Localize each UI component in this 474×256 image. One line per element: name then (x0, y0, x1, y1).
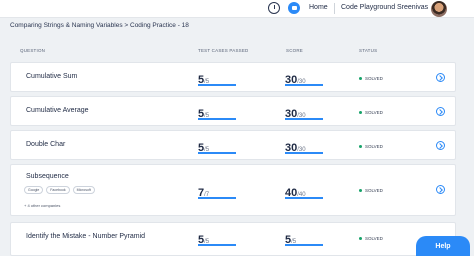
test-cases-progress-bar (198, 118, 236, 120)
test-cases-progress-bar (198, 84, 236, 86)
status-badge: SOLVED (359, 236, 383, 241)
arrow-right-circle-icon[interactable] (436, 73, 445, 82)
avatar[interactable] (431, 1, 447, 17)
chat-icon[interactable] (288, 2, 300, 14)
table-row[interactable]: Cumulative Sum 5/5 30/30 SOLVED (10, 62, 456, 92)
score-progress-bar (285, 197, 323, 199)
column-header-status: STATUS (359, 48, 378, 53)
arrow-right-circle-icon[interactable] (436, 107, 445, 116)
company-tags: Google Facebook Microsoft (24, 186, 95, 194)
question-title[interactable]: Subsequence (26, 173, 69, 180)
status-badge: SOLVED (359, 188, 383, 193)
breadcrumb[interactable]: Comparing Strings & Naming Variables > C… (10, 22, 189, 29)
score-progress-bar (285, 152, 323, 154)
help-button[interactable]: Help (416, 236, 470, 256)
nav-code-playground-link[interactable]: Code Playground (341, 4, 395, 11)
status-badge: SOLVED (359, 144, 383, 149)
table-row[interactable]: Cumulative Average 5/5 30/30 SOLVED (10, 96, 456, 126)
column-header-score: SCORE (286, 48, 304, 53)
test-cases-progress-bar (198, 244, 236, 246)
score-progress-bar (285, 244, 323, 246)
column-header-test-cases: TEST CASES PASSED (198, 48, 249, 53)
score-progress-bar (285, 118, 323, 120)
test-cases-progress-bar (198, 197, 236, 199)
question-title[interactable]: Double Char (26, 141, 65, 148)
status-badge: SOLVED (359, 110, 383, 115)
table-header: QUESTION TEST CASES PASSED SCORE STATUS (10, 44, 465, 58)
table-row[interactable]: Double Char 5/5 30/30 SOLVED (10, 130, 456, 160)
table-row[interactable]: Subsequence Google Facebook Microsoft + … (10, 164, 456, 216)
company-tag: Microsoft (72, 186, 95, 194)
top-navbar: Home Code Playground Sreenivas (0, 0, 474, 18)
more-companies-link[interactable]: + 4 other companies (24, 203, 60, 208)
column-header-question: QUESTION (20, 48, 46, 53)
question-title[interactable]: Identify the Mistake - Number Pyramid (26, 233, 145, 240)
question-title[interactable]: Cumulative Average (26, 107, 89, 114)
company-tag: Google (24, 186, 44, 194)
nav-home-link[interactable]: Home (309, 4, 328, 11)
question-title[interactable]: Cumulative Sum (26, 73, 77, 80)
test-cases-progress-bar (198, 152, 236, 154)
timer-icon[interactable] (268, 2, 280, 14)
arrow-right-circle-icon[interactable] (436, 185, 445, 194)
nav-divider (334, 3, 335, 14)
table-row[interactable]: Identify the Mistake - Number Pyramid 5/… (10, 222, 456, 256)
company-tag: Facebook (46, 186, 70, 194)
user-name[interactable]: Sreenivas (397, 4, 428, 11)
status-badge: SOLVED (359, 76, 383, 81)
arrow-right-circle-icon[interactable] (436, 141, 445, 150)
score-progress-bar (285, 84, 323, 86)
